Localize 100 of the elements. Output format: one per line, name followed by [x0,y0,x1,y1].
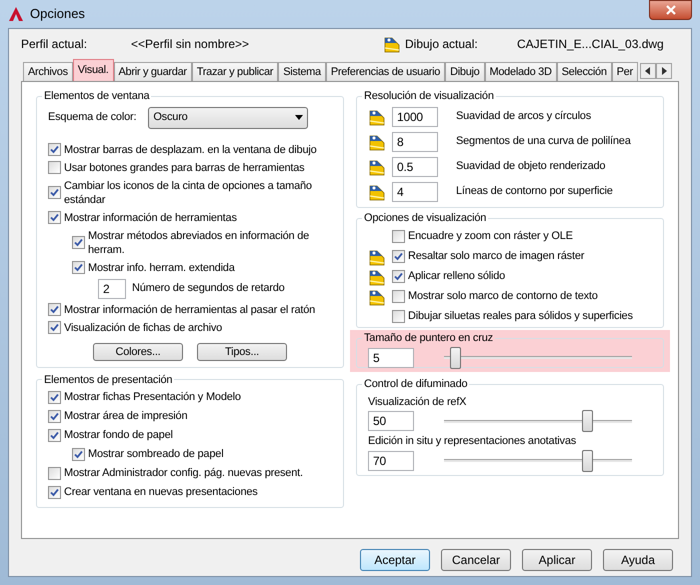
checkbox-label: Mostrar fondo de papel [64,428,173,442]
drawing-file-icon [368,108,386,126]
checkbox[interactable] [48,161,61,174]
close-icon [666,5,676,15]
dialog-button[interactable]: Aplicar [522,549,592,571]
checkbox[interactable] [48,466,61,480]
slider-label: Edición in situ y representaciones anotativas [368,434,578,449]
tab[interactable]: Selección [556,62,612,81]
scroll-left-button[interactable] [640,63,656,79]
slider-track[interactable] [444,346,632,368]
left-arrow-icon [644,67,651,75]
checkmark-icon [50,145,59,154]
checkbox[interactable] [48,303,61,316]
checkbox-label: Mostrar sombreado de papel [88,447,224,461]
group-title: Elementos de ventana [43,89,151,104]
dialog-button[interactable]: Cancelar [441,549,511,571]
tab[interactable]: Per [612,62,638,81]
dialog-button[interactable]: Ayuda [603,549,673,571]
checkmark-icon [50,213,59,222]
input-field[interactable]: 50 [368,411,414,431]
checkbox-label: Cambiar los iconos de la cinta de opciones a tamaño estándar [64,178,313,206]
checkbox[interactable] [48,321,61,334]
checkbox[interactable] [48,211,61,224]
profile-label: Perfil actual: [21,36,88,53]
checkbox-label: Mostrar información de herramientas al pasar el ratón [64,302,316,316]
checkbox[interactable] [72,236,85,249]
dialog-button[interactable]: Tipos... [197,342,287,360]
right-arrow-icon [660,67,667,75]
checkbox[interactable] [48,143,61,156]
checkbox-label: Crear ventana en nuevas presentaciones [64,485,258,499]
checkbox[interactable] [48,428,61,442]
slider-track[interactable] [444,450,632,472]
checkbox-label: Mostrar barras de desplazam. en la ventana de dibujo [64,142,317,156]
group-title: Opciones de visualización [363,211,488,226]
group-title: Resolución de visualización [363,89,495,104]
input-field[interactable]: 0.5 [392,156,438,176]
tab[interactable]: Abrir y guardar [114,62,192,81]
checkbox-label: Mostrar info. herram. extendida [88,260,235,274]
group-title: Tamaño de puntero en cruz [363,331,494,346]
checkbox[interactable] [392,250,405,263]
checkbox[interactable] [392,310,405,323]
checkbox-label: Mostrar Administrador config. pág. nuevas present. [64,466,303,480]
window-title: Opciones [30,5,85,24]
slider-thumb[interactable] [450,346,462,368]
tab[interactable]: Archivos [23,62,73,81]
slider-thumb[interactable] [582,450,593,472]
drawing-file-icon [368,132,386,150]
checkbox-label: Mostrar métodos abreviados en información de herram. [88,228,310,256]
close-button[interactable] [649,0,692,20]
input-field[interactable]: 8 [392,132,438,152]
tab[interactable]: Sistema [278,62,326,81]
checkmark-icon [394,272,403,281]
checkmark-icon [50,430,59,440]
field-label: Número de segundos de retardo [132,281,285,296]
checkbox[interactable] [48,390,61,404]
color-scheme-dropdown[interactable]: Oscuro [148,106,308,128]
checkbox[interactable] [48,186,61,199]
checkbox[interactable] [392,230,405,243]
input-field[interactable]: 1000 [392,106,438,126]
tab[interactable]: Trazar y publicar [192,62,278,81]
checkbox-label: Mostrar fichas Presentación y Modelo [64,390,241,404]
tab[interactable]: Modelado 3D [484,62,557,81]
checkmark-icon [394,252,403,261]
field-label: Segmentos de una curva de polilínea [456,134,631,150]
input-field[interactable]: 4 [392,182,438,202]
checkmark-icon [50,392,59,402]
checkbox[interactable] [72,261,85,274]
tab[interactable]: Visual. [72,59,114,81]
profile-value: <<Perfil sin nombre>> [131,36,250,53]
checkmark-icon [50,188,59,197]
checkbox-label: Encuadre y zoom con ráster y OLE [408,229,573,244]
checkbox[interactable] [48,486,61,498]
checkbox-label: Resaltar solo marco de imagen ráster [408,249,584,264]
checkbox-label: Visualización de fichas de archivo [64,320,222,334]
checkbox-label: Dibujar siluetas reales para sólidos y superficies [408,309,633,324]
checkbox[interactable] [392,290,405,303]
slider-track[interactable] [444,410,632,432]
checkbox-label: Usar botones grandes para barras de herramientas [64,160,304,174]
input-field[interactable]: 2 [98,278,126,298]
tab[interactable]: Dibujo [445,62,484,81]
checkmark-icon [50,488,59,496]
drawing-label: Dibujo actual: [405,36,479,53]
tab[interactable]: Preferencias de usuario [326,62,446,81]
drawing-file-icon [368,268,386,286]
dialog-button[interactable]: Colores... [93,342,183,360]
checkbox[interactable] [48,410,61,422]
checkmark-icon [50,412,59,420]
drawing-file-icon [368,182,386,200]
checkmark-icon [74,263,83,272]
scroll-right-button[interactable] [656,63,672,79]
drawing-value: CAJETIN_E...CIAL_03.dwg [517,36,664,53]
input-field[interactable]: 70 [368,450,414,470]
checkbox[interactable] [72,448,85,460]
checkbox-label: Mostrar solo marco de contorno de texto [408,289,598,304]
checkbox[interactable] [392,270,405,283]
slider-thumb[interactable] [582,410,593,432]
color-scheme-label: Esquema de color: [48,110,136,126]
drawing-file-icon [368,248,386,266]
input-field[interactable]: 5 [368,348,414,368]
dialog-button[interactable]: Aceptar [360,549,430,571]
